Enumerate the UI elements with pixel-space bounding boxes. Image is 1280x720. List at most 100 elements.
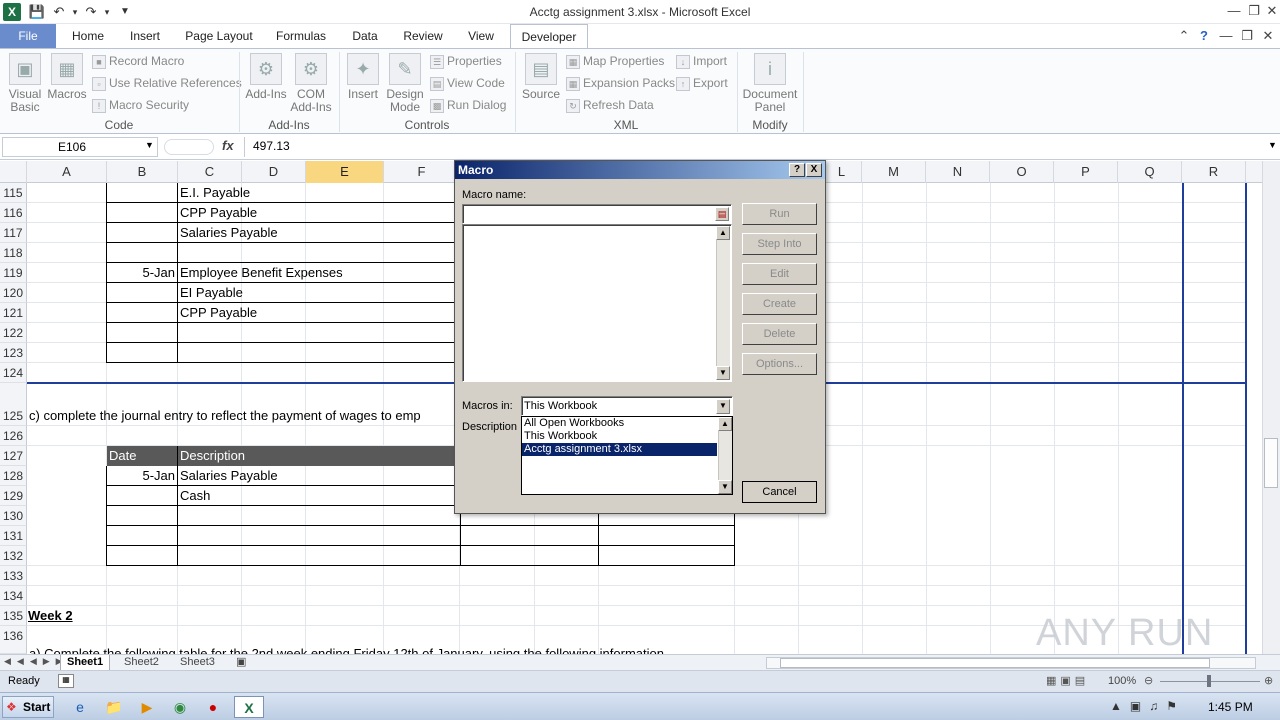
internet-explorer-icon[interactable]: e: [68, 696, 92, 718]
sheet-tab[interactable]: Sheet2: [118, 655, 165, 671]
column-header[interactable]: B: [107, 161, 178, 183]
cell-b128[interactable]: 5-Jan: [108, 466, 175, 486]
dialog-close-icon[interactable]: X: [806, 163, 822, 177]
column-header[interactable]: O: [990, 161, 1054, 183]
macro-security-button[interactable]: ! Macro Security: [92, 95, 189, 115]
dropdown-option[interactable]: This Workbook: [522, 430, 717, 443]
cell-a136[interactable]: a) Complete the following table for the …: [29, 644, 1179, 654]
row-header[interactable]: 136: [0, 626, 27, 654]
tab-formulas[interactable]: Formulas: [268, 24, 334, 48]
cell-c128[interactable]: Salaries Payable: [180, 466, 278, 486]
column-header[interactable]: A: [27, 161, 107, 183]
row-header[interactable]: 127: [0, 446, 27, 466]
scroll-down-icon[interactable]: ▼: [718, 480, 732, 494]
select-all-corner[interactable]: [0, 161, 27, 183]
cell-c119[interactable]: Employee Benefit Expenses: [180, 263, 343, 283]
insert-control-button[interactable]: ✦ Insert: [343, 53, 383, 101]
macro-list-scrollbar[interactable]: [716, 226, 730, 380]
row-header[interactable]: 128: [0, 466, 27, 486]
tab-developer[interactable]: Developer: [510, 24, 588, 49]
row-header[interactable]: 131: [0, 526, 27, 546]
horizontal-scroll-thumb[interactable]: [780, 658, 1210, 668]
macro-record-icon[interactable]: ▦: [58, 674, 74, 688]
row-header[interactable]: 123: [0, 343, 27, 363]
tab-review[interactable]: Review: [396, 24, 450, 48]
row-header[interactable]: 118: [0, 243, 27, 263]
source-button[interactable]: ▤ Source: [520, 53, 562, 101]
view-code-button[interactable]: ▤ View Code: [430, 73, 505, 93]
dropdown-option-selected[interactable]: Acctg assignment 3.xlsx: [522, 443, 717, 456]
zoom-level[interactable]: 100%: [1108, 675, 1136, 687]
row-header[interactable]: 117: [0, 223, 27, 243]
sheet-nav-icons[interactable]: ◀◀◀▶▶: [4, 656, 69, 667]
stop-icon[interactable]: ●: [201, 696, 225, 718]
column-header[interactable]: R: [1182, 161, 1246, 183]
run-dialog-button[interactable]: ▩ Run Dialog: [430, 95, 506, 115]
add-ins-button[interactable]: ⚙ Add-Ins: [244, 53, 288, 101]
excel-taskbar-icon[interactable]: X: [234, 696, 264, 718]
scroll-up-icon[interactable]: ▲: [718, 417, 732, 431]
workbook-minimize-icon[interactable]: —: [1216, 27, 1236, 45]
column-header[interactable]: C: [178, 161, 242, 183]
minimize-ribbon-icon[interactable]: ⌃: [1174, 27, 1194, 45]
cell-a125[interactable]: c) complete the journal entry to reflect…: [29, 406, 421, 426]
delete-button[interactable]: Delete: [742, 323, 817, 345]
chevron-down-icon[interactable]: ▼: [716, 399, 730, 414]
document-panel-button[interactable]: i Document Panel: [742, 53, 798, 114]
row-header[interactable]: 130: [0, 506, 27, 526]
design-mode-button[interactable]: ✎ Design Mode: [384, 53, 426, 114]
row-header[interactable]: 125: [0, 383, 27, 426]
tab-page-layout[interactable]: Page Layout: [178, 24, 260, 48]
view-buttons-icon[interactable]: ▦▣▤: [1046, 674, 1089, 687]
dialog-help-icon[interactable]: ?: [789, 163, 805, 177]
row-header[interactable]: 122: [0, 323, 27, 343]
workbook-restore-icon[interactable]: ❐: [1237, 27, 1257, 45]
vertical-scrollbar[interactable]: [1262, 161, 1280, 654]
restore-icon[interactable]: ❐: [1244, 2, 1264, 20]
export-button[interactable]: ↑ Export: [676, 73, 728, 93]
close-icon[interactable]: ✕: [1262, 2, 1280, 20]
macros-in-select[interactable]: This Workbook: [521, 396, 733, 416]
zoom-slider-thumb[interactable]: [1207, 675, 1211, 687]
column-header[interactable]: P: [1054, 161, 1118, 183]
column-header[interactable]: E: [306, 161, 384, 183]
options-button[interactable]: Options...: [742, 353, 817, 375]
collapse-dialog-icon[interactable]: ▤: [715, 207, 729, 221]
insert-function-icon[interactable]: fx: [222, 138, 234, 153]
column-header[interactable]: D: [242, 161, 306, 183]
column-header[interactable]: N: [926, 161, 990, 183]
row-header[interactable]: 124: [0, 363, 27, 383]
row-header[interactable]: 134: [0, 586, 27, 606]
tab-file[interactable]: File: [0, 24, 56, 48]
cell-a135[interactable]: Week 2: [28, 606, 73, 626]
media-player-icon[interactable]: ▶: [135, 696, 159, 718]
zoom-out-icon[interactable]: ⊖: [1144, 674, 1153, 687]
run-button[interactable]: Run: [742, 203, 817, 225]
row-header[interactable]: 120: [0, 283, 27, 303]
expansion-packs-button[interactable]: ▦ Expansion Packs: [566, 73, 675, 93]
cell-b119[interactable]: 5-Jan: [108, 263, 175, 283]
step-into-button[interactable]: Step Into: [742, 233, 817, 255]
tab-view[interactable]: View: [458, 24, 504, 48]
folder-icon[interactable]: 📁: [102, 696, 126, 718]
insert-sheet-icon[interactable]: ▣: [230, 655, 252, 671]
import-button[interactable]: ↓ Import: [676, 51, 727, 71]
macro-list[interactable]: [462, 224, 732, 382]
vertical-scroll-thumb[interactable]: [1264, 438, 1278, 488]
row-header[interactable]: 135: [0, 606, 27, 626]
formula-input[interactable]: 497.13: [244, 137, 1266, 157]
cancel-button[interactable]: Cancel: [742, 481, 817, 503]
scroll-up-icon[interactable]: ▲: [716, 226, 730, 240]
tab-home[interactable]: Home: [62, 24, 114, 48]
cell-c121[interactable]: CPP Payable: [180, 303, 257, 323]
tab-data[interactable]: Data: [342, 24, 388, 48]
cell-c117[interactable]: Salaries Payable: [180, 223, 278, 243]
create-button[interactable]: Create: [742, 293, 817, 315]
workbook-close-icon[interactable]: ✕: [1258, 27, 1278, 45]
edit-button[interactable]: Edit: [742, 263, 817, 285]
row-header[interactable]: 121: [0, 303, 27, 323]
column-header[interactable]: Q: [1118, 161, 1182, 183]
macro-name-input[interactable]: [462, 204, 732, 224]
scroll-down-icon[interactable]: ▼: [716, 366, 730, 380]
sheet-tab[interactable]: Sheet3: [174, 655, 221, 671]
